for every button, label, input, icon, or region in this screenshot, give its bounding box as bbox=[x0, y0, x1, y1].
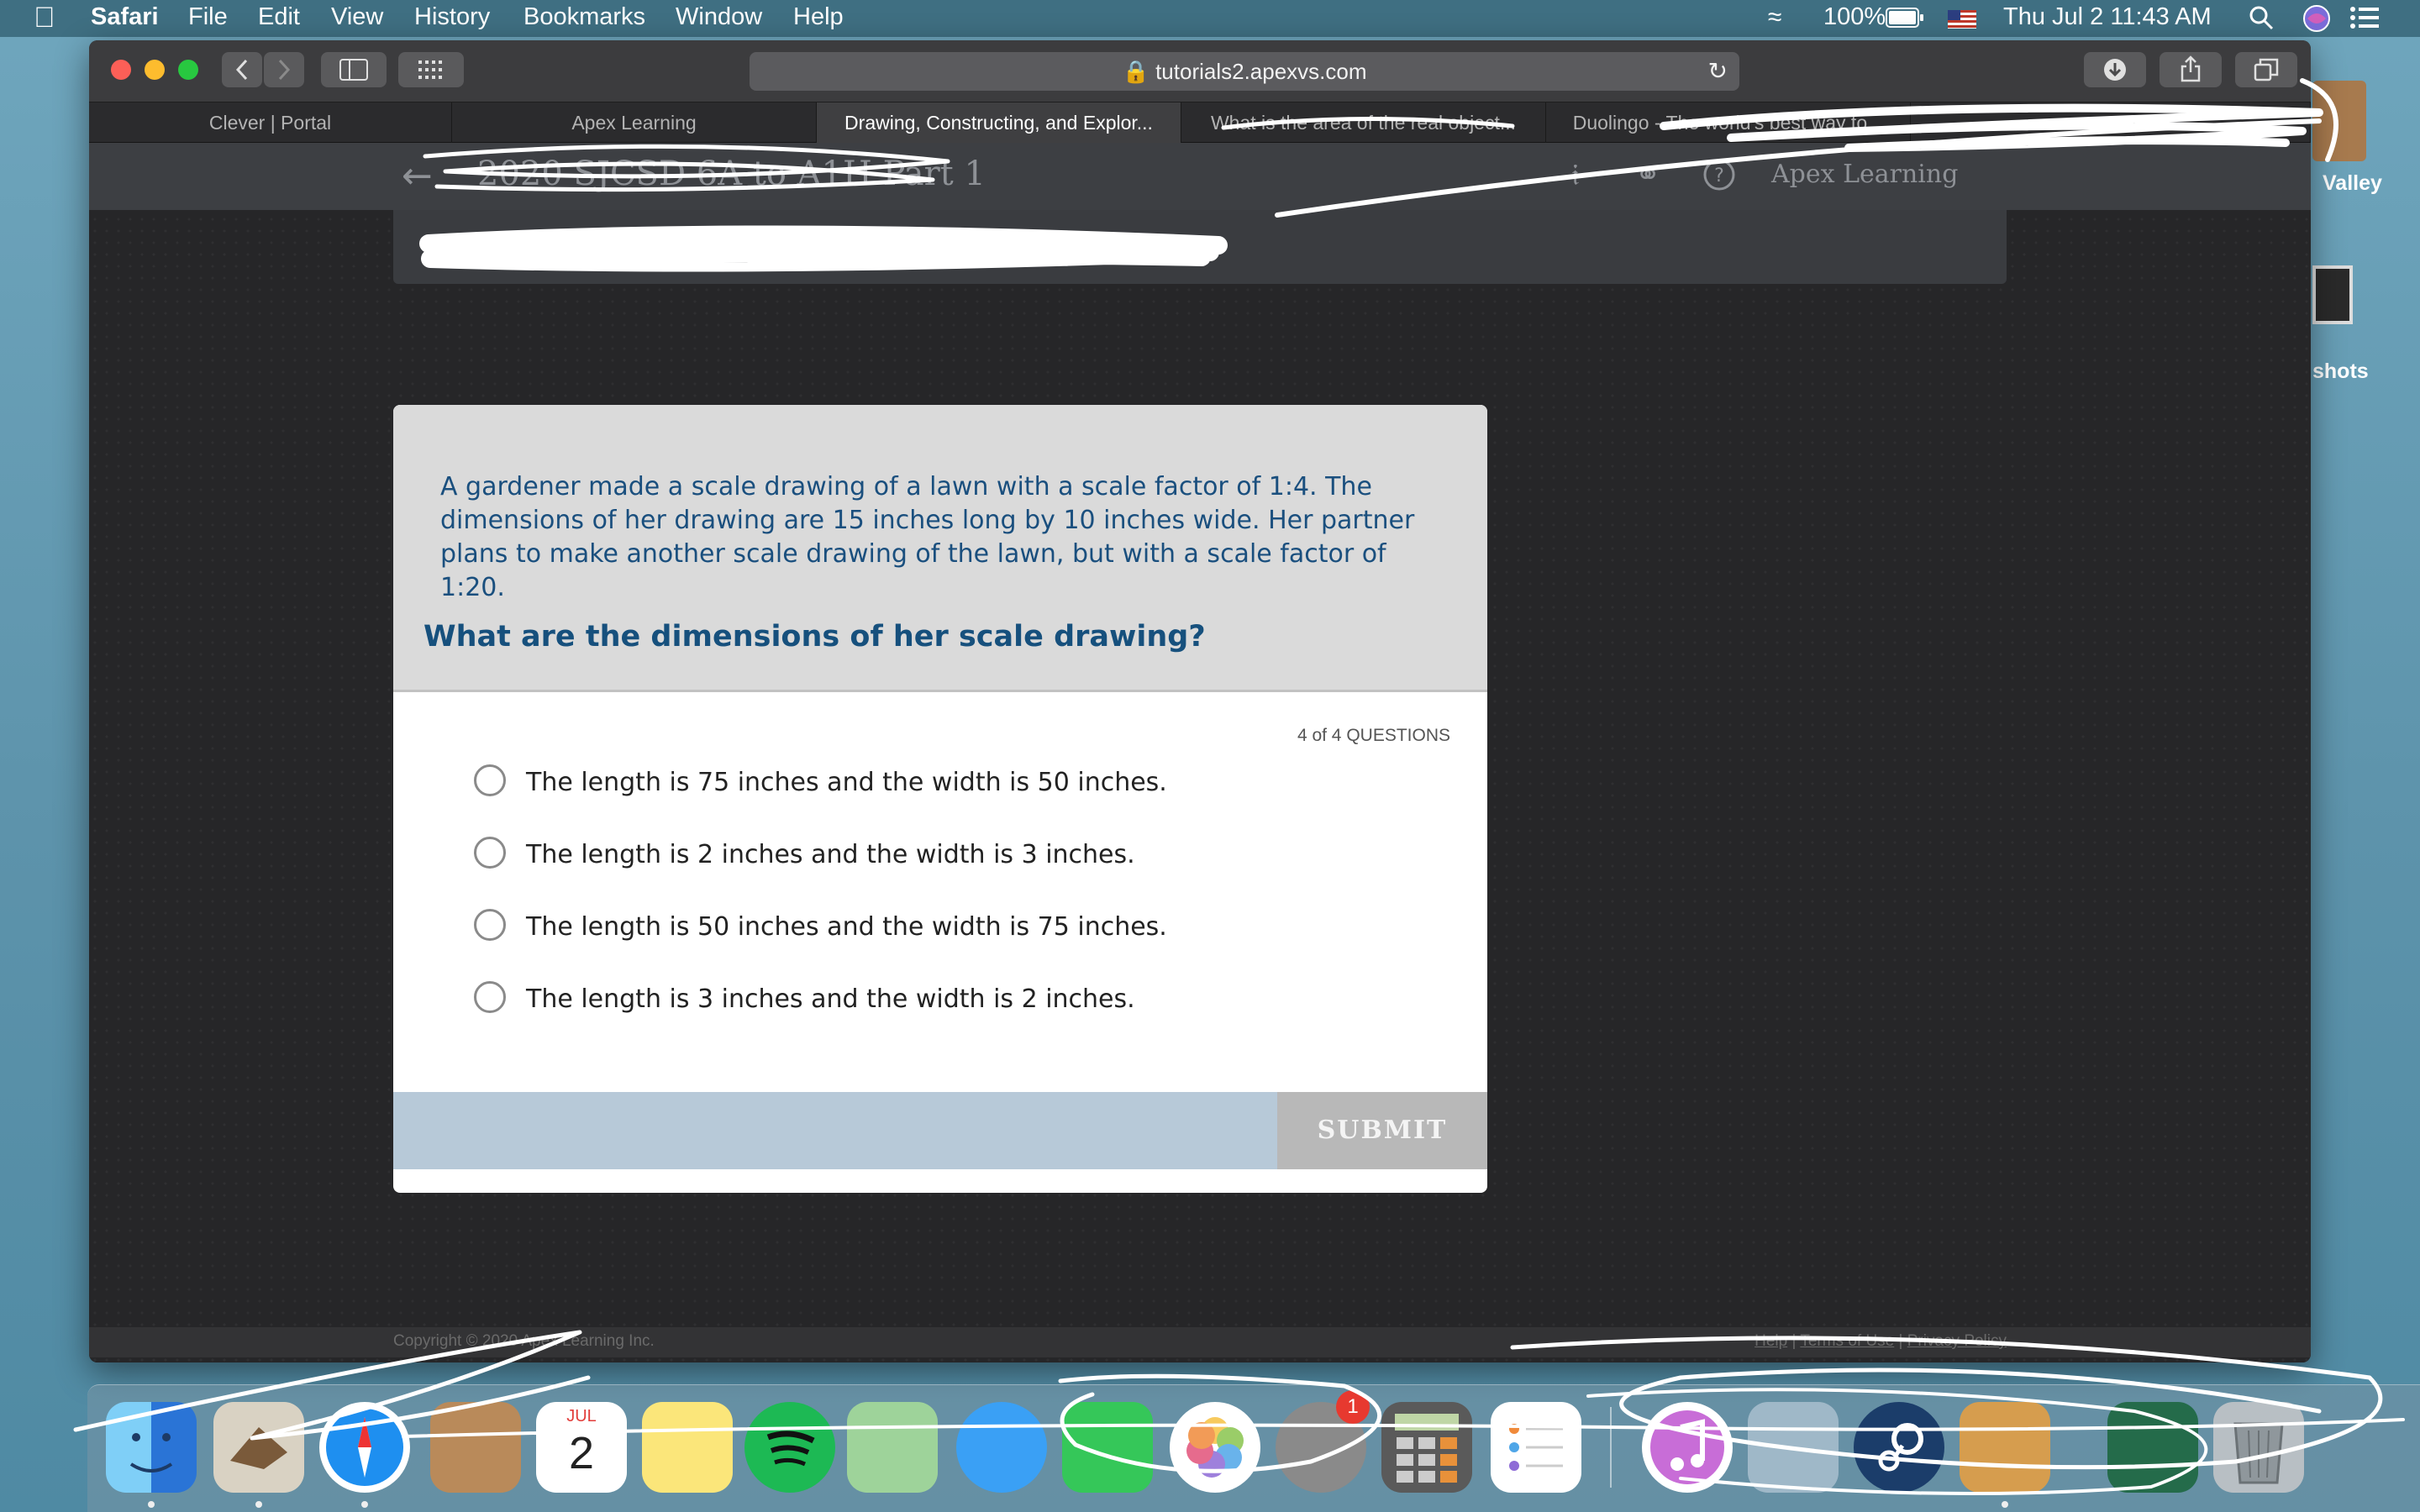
redaction-scribbles bbox=[73, 78, 2405, 1495]
